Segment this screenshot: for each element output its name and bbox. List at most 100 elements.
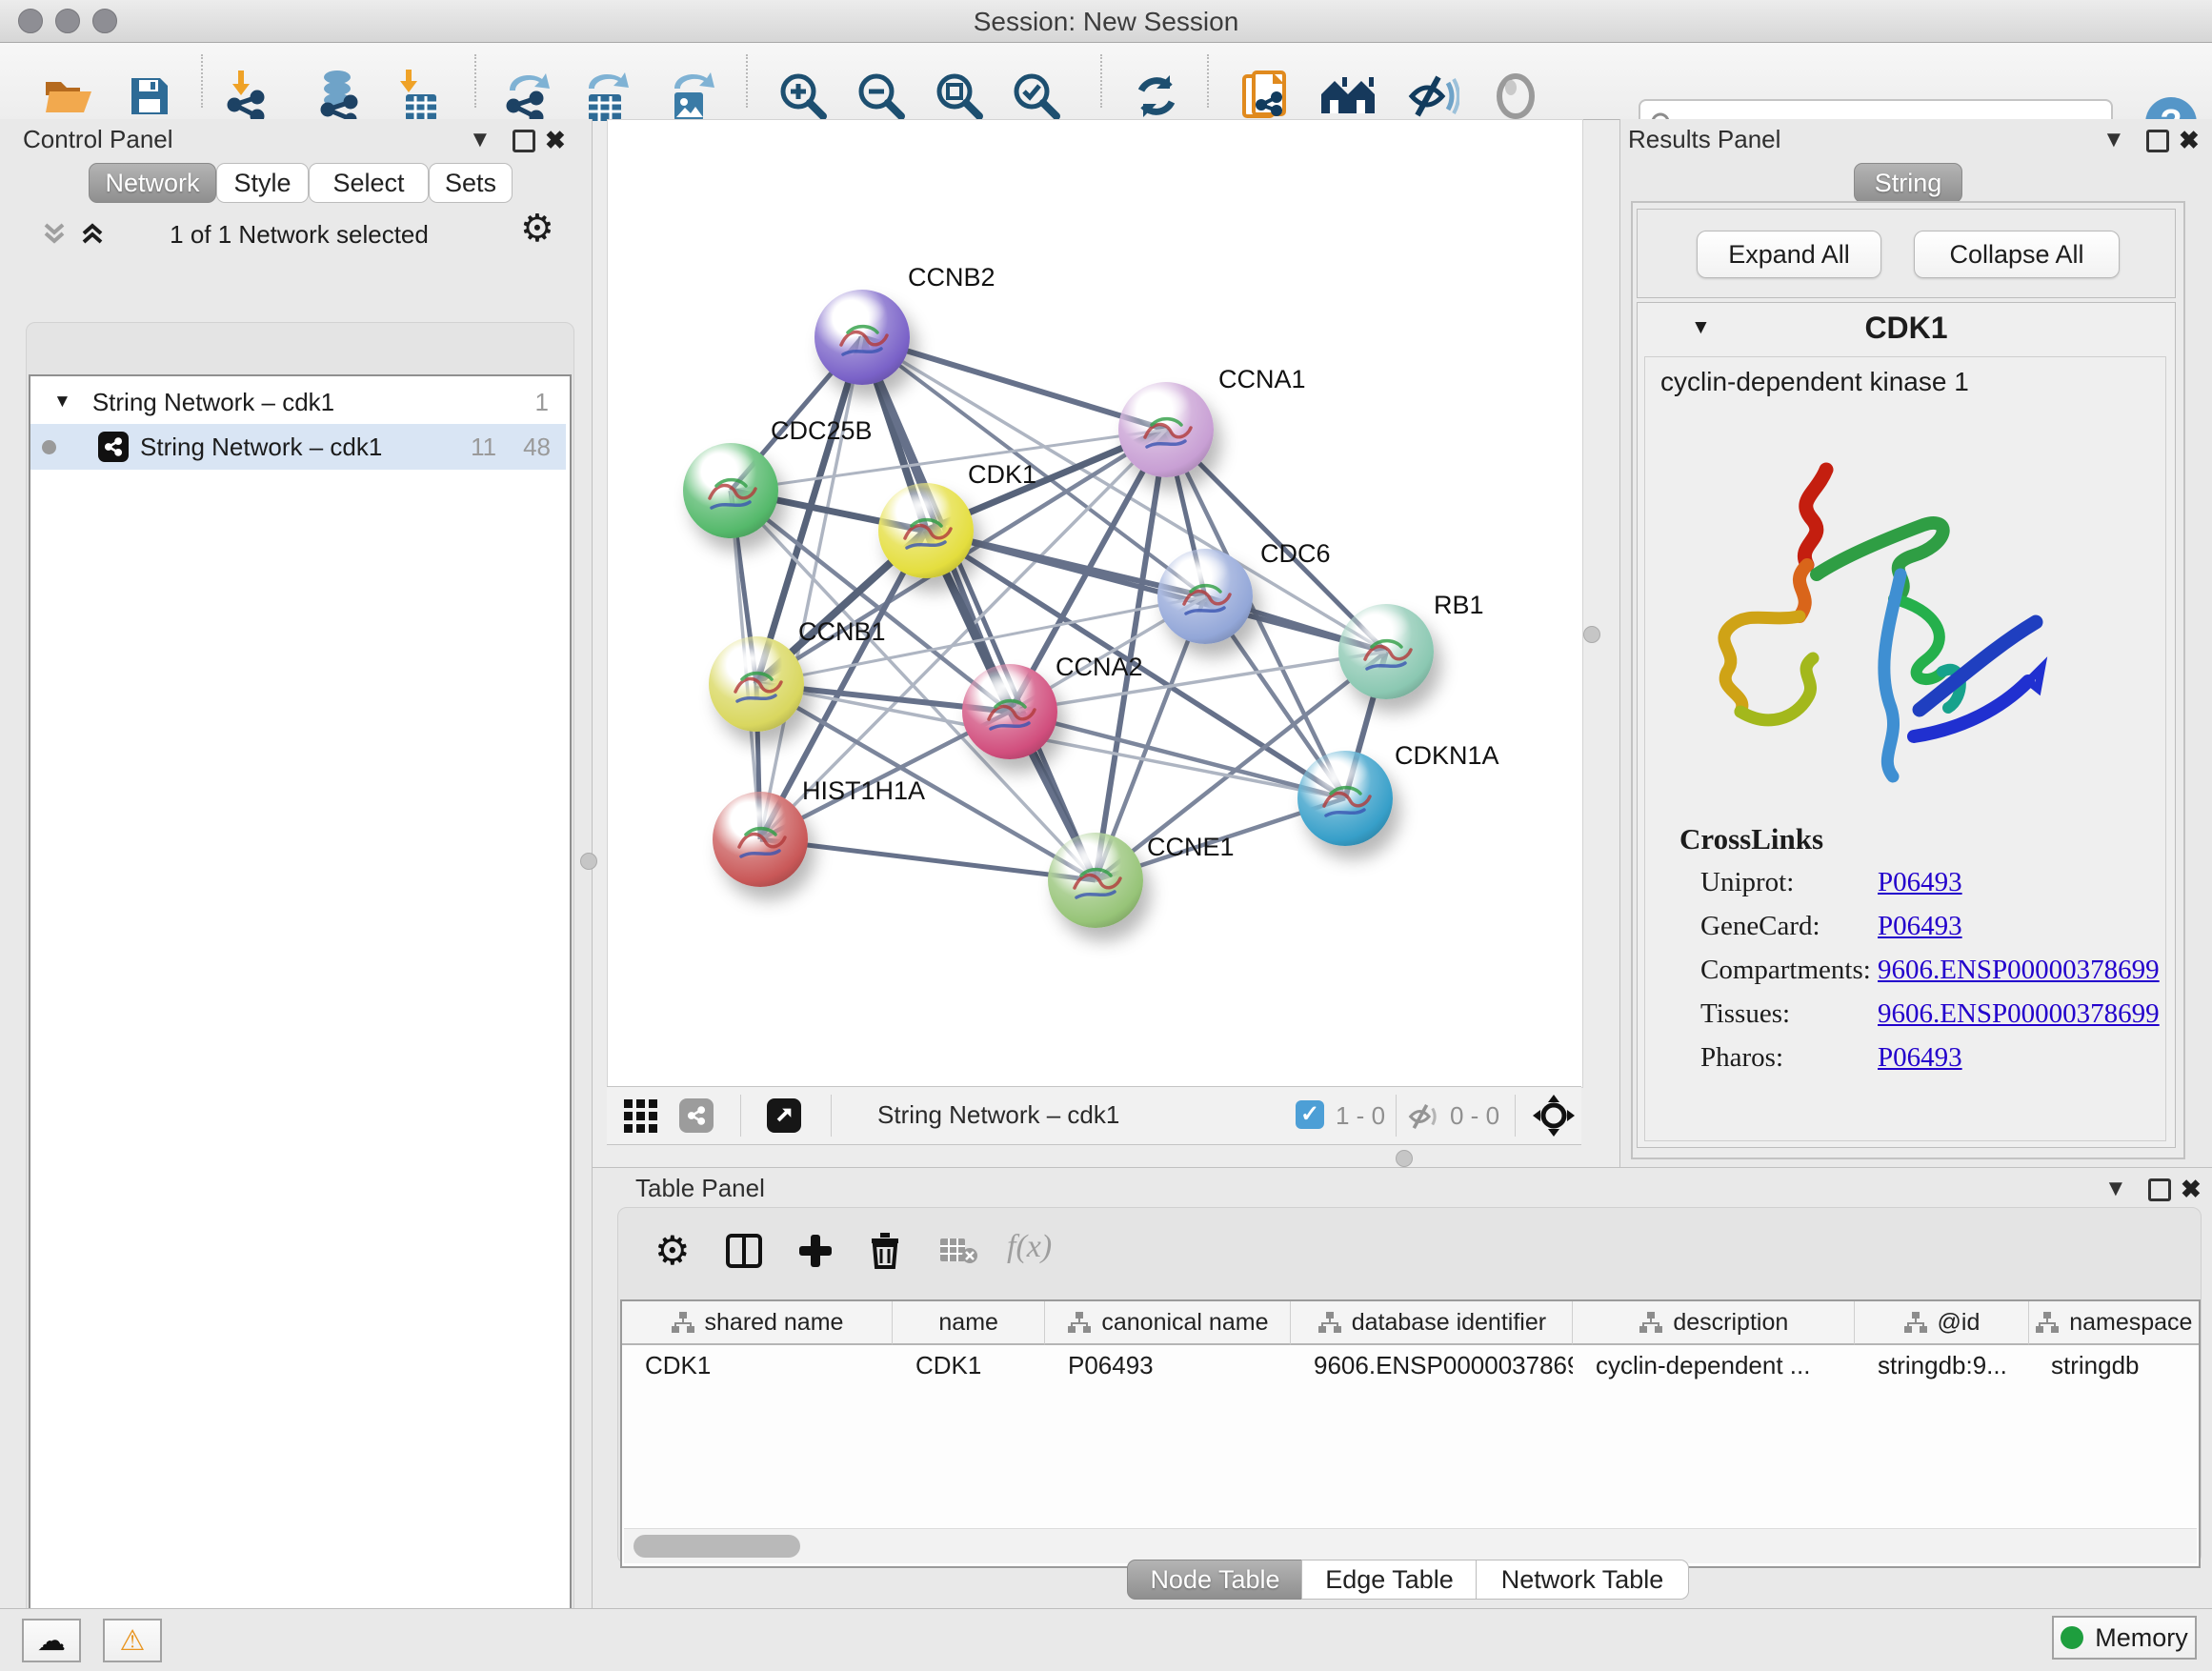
zoom-out-button[interactable] [855, 70, 907, 122]
save-session-button[interactable] [128, 74, 171, 118]
birdseye-crosshair-icon[interactable] [1533, 1095, 1575, 1137]
create-column-plus-icon[interactable] [797, 1233, 834, 1269]
import-network-from-file-button[interactable] [225, 70, 271, 122]
crosslink-row: Tissues:9606.ENSP00000378699 [1700, 992, 2160, 1036]
network-edge-count: 48 [523, 433, 551, 462]
warnings-button[interactable]: ⚠ [103, 1619, 162, 1662]
right-splitter-handle[interactable] [1583, 626, 1600, 643]
network-node-CCNB1[interactable] [709, 636, 804, 732]
export-network-button[interactable] [502, 70, 552, 123]
crosslink-genecard-link[interactable]: P06493 [1878, 911, 1962, 941]
tab-node-table[interactable]: Node Table [1127, 1560, 1303, 1600]
network-node-CCNA2[interactable] [962, 664, 1057, 759]
hidden-eye-slash-icon [1407, 1102, 1439, 1131]
network-share-icon[interactable] [679, 1098, 714, 1133]
table-panel-collapse-icon[interactable]: ▼ [2104, 1176, 2127, 1202]
crosslink-uniprot-link[interactable]: P06493 [1878, 867, 1962, 897]
tab-sets[interactable]: Sets [429, 163, 513, 203]
results-panel-close-icon[interactable]: ✖ [2179, 126, 2200, 155]
network-node-CCNA1[interactable] [1118, 382, 1214, 477]
network-node-label: CCNB2 [908, 263, 995, 292]
network-collection-row[interactable]: ▼ String Network – cdk1 1 [30, 380, 566, 424]
memory-button[interactable]: Memory [2052, 1616, 2197, 1660]
tab-network[interactable]: Network [89, 163, 216, 203]
hidden-node-edge-counts: 0 - 0 [1450, 1101, 1499, 1131]
table-row[interactable]: CDK1 CDK1 P06493 9606.ENSP00000378699 cy… [622, 1345, 2199, 1385]
control-panel-float-icon[interactable] [513, 130, 535, 152]
cloud-icon: ☁ [37, 1624, 66, 1658]
left-splitter-handle[interactable] [580, 853, 597, 870]
window-title: Session: New Session [0, 7, 2212, 37]
table-panel-close-icon[interactable]: ✖ [2181, 1175, 2202, 1204]
cloud-status-button[interactable]: ☁ [22, 1619, 81, 1662]
network-node-HIST1H1A[interactable] [713, 792, 808, 887]
first-neighbors-houses-button[interactable] [1319, 75, 1377, 117]
table-panel-float-icon[interactable] [2148, 1178, 2171, 1201]
column-header-shared-name[interactable]: shared name [622, 1301, 893, 1345]
import-table-from-file-button[interactable] [394, 70, 438, 123]
column-header-name[interactable]: name [893, 1301, 1045, 1345]
export-image-button[interactable] [665, 70, 714, 123]
crosslink-label: GeneCard: [1700, 904, 1878, 948]
network-row-selected[interactable]: String Network – cdk1 11 48 [30, 424, 566, 470]
network-node-RB1[interactable] [1338, 604, 1434, 699]
network-options-gear-icon[interactable]: ⚙ [520, 207, 554, 251]
collection-count: 1 [535, 388, 549, 417]
control-panel-close-icon[interactable]: ✖ [545, 126, 566, 155]
clone-network-button[interactable] [1240, 69, 1290, 124]
tab-style[interactable]: Style [216, 163, 309, 203]
tab-string-results[interactable]: String [1854, 163, 1962, 203]
export-view-icon[interactable] [767, 1098, 801, 1133]
tab-edge-table[interactable]: Edge Table [1301, 1560, 1478, 1600]
network-node-CCNE1[interactable] [1048, 833, 1143, 928]
network-node-CDC25B[interactable] [683, 443, 778, 538]
zoom-selected-button[interactable] [1011, 70, 1062, 122]
column-header-description[interactable]: description [1573, 1301, 1855, 1345]
crosslink-row: GeneCard:P06493 [1700, 904, 2160, 948]
crosslink-compartments-link[interactable]: 9606.ENSP00000378699 [1878, 955, 2160, 985]
title-bar: Session: New Session [0, 0, 2212, 43]
import-network-from-database-button[interactable] [314, 70, 364, 123]
apply-style-refresh-button[interactable] [1132, 71, 1181, 121]
crosslink-tissues-link[interactable]: 9606.ENSP00000378699 [1878, 998, 2160, 1029]
network-node-CDKN1A[interactable] [1297, 751, 1393, 846]
zoom-fit-button[interactable] [934, 70, 985, 122]
column-header-database-identifier[interactable]: database identifier [1291, 1301, 1573, 1345]
node-table-container: ⚙ f(x) shared name name canonical name d… [617, 1207, 2202, 1564]
delete-column-trash-icon[interactable] [868, 1231, 902, 1269]
bottom-splitter-handle[interactable] [1396, 1150, 1413, 1167]
results-panel-float-icon[interactable] [2146, 130, 2169, 152]
network-node-CCNB2[interactable] [814, 290, 910, 385]
column-header-canonical-name[interactable]: canonical name [1045, 1301, 1291, 1345]
column-header-namespace[interactable]: namespace [2029, 1301, 2199, 1345]
horizontal-scrollbar[interactable] [624, 1528, 2197, 1563]
export-table-button[interactable] [581, 70, 631, 123]
tab-network-table[interactable]: Network Table [1476, 1560, 1689, 1600]
network-node-count: 11 [471, 433, 496, 462]
table-settings-gear-icon[interactable]: ⚙ [654, 1227, 691, 1274]
collection-expand-icon[interactable]: ▼ [53, 392, 71, 413]
network-node-label: CCNA1 [1218, 365, 1306, 394]
collapse-all-button[interactable]: Collapse All [1914, 231, 2120, 278]
crosslink-pharos-link[interactable]: P06493 [1878, 1042, 1962, 1073]
results-panel-collapse-icon[interactable]: ▼ [2102, 127, 2125, 153]
hide-selected-eye-slash-button[interactable] [1406, 73, 1459, 119]
scrollbar-thumb[interactable] [633, 1535, 800, 1558]
selected-checkbox-icon[interactable]: ✓ [1296, 1100, 1324, 1129]
network-node-CDC6[interactable] [1157, 549, 1253, 644]
tab-select[interactable]: Select [309, 163, 429, 203]
network-view-canvas[interactable]: CCNB2CCNA1CDC25BCDK1CDC6RB1CCNB1CCNA2CDK… [607, 119, 1583, 1088]
toolbar-separator [201, 54, 203, 108]
show-all-eye-button[interactable] [1492, 72, 1539, 120]
delete-table-icon [938, 1237, 978, 1265]
network-node-CDK1[interactable] [878, 483, 974, 578]
cytoscape-window: Session: New Session [0, 0, 2212, 1671]
birdseye-grid-icon[interactable] [624, 1099, 657, 1133]
show-columns-icon[interactable] [725, 1233, 763, 1269]
expand-all-button[interactable]: Expand All [1697, 231, 1881, 278]
control-panel-collapse-icon[interactable]: ▼ [469, 127, 492, 153]
zoom-in-button[interactable] [777, 70, 829, 122]
column-header-id[interactable]: @id [1855, 1301, 2028, 1345]
crosslink-label: Tissues: [1700, 992, 1878, 1036]
open-session-button[interactable] [42, 74, 93, 118]
